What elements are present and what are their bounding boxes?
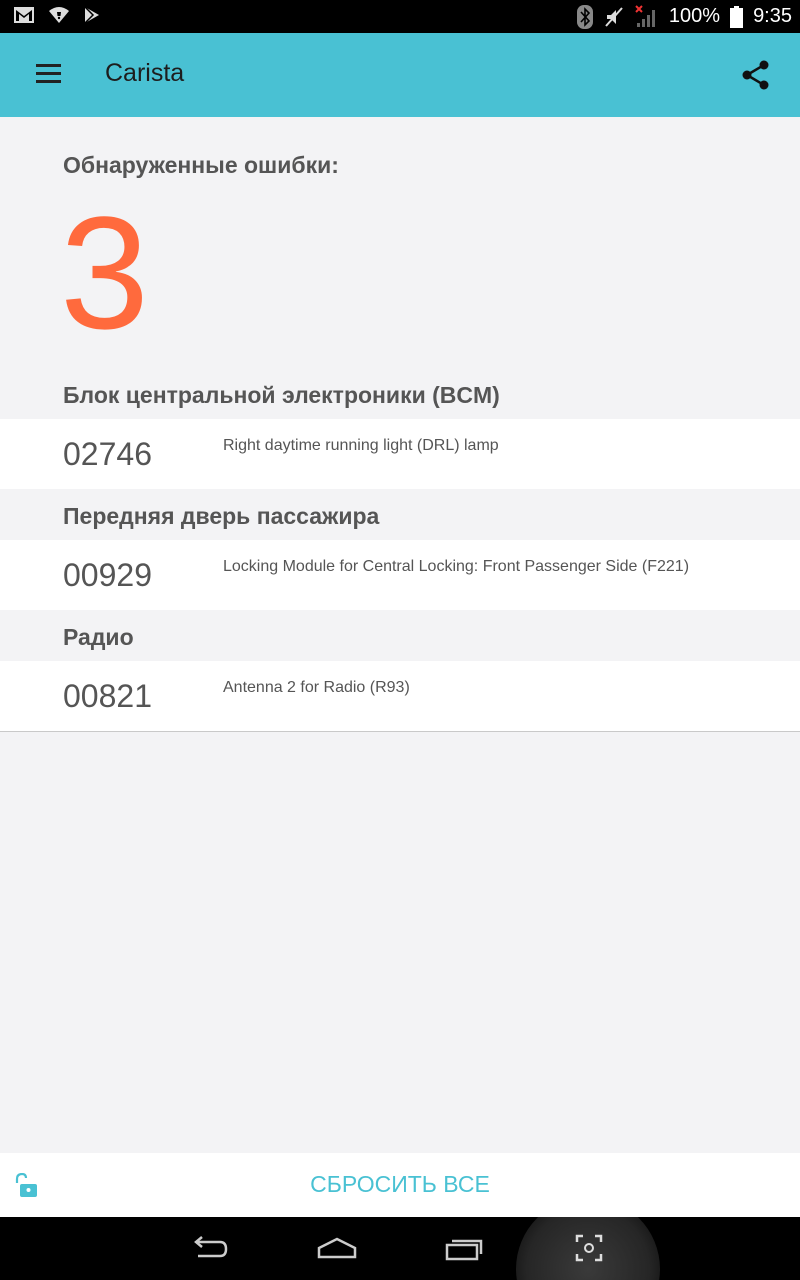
battery-icon: [730, 5, 744, 28]
error-code: 02746: [63, 436, 152, 472]
divider: [0, 731, 800, 732]
section-title-radio: Радио: [63, 624, 134, 650]
error-description: Antenna 2 for Radio (R93): [223, 679, 410, 696]
reset-all-button[interactable]: СБРОСИТЬ ВСЕ: [0, 1171, 800, 1198]
home-button[interactable]: [316, 1233, 358, 1268]
no-signal-icon: [635, 4, 659, 29]
error-description: Right daytime running light (DRL) lamp: [223, 437, 499, 454]
section-title-bcm: Блок центральной электроники (BCM): [63, 382, 500, 408]
error-row[interactable]: 02746 Right daytime running light (DRL) …: [0, 419, 800, 489]
error-count: 3: [60, 183, 149, 362]
navigation-bar: [0, 1217, 800, 1280]
error-description: Locking Module for Central Locking: Fron…: [223, 558, 690, 575]
recents-button[interactable]: [444, 1233, 484, 1268]
wifi-icon: [48, 6, 70, 24]
status-bar: 100% 9:35: [0, 0, 800, 33]
error-row[interactable]: 00929 Locking Module for Central Locking…: [0, 540, 800, 610]
screenshot-button[interactable]: [574, 1233, 604, 1268]
app-bar: Carista: [0, 33, 800, 117]
back-button[interactable]: [190, 1233, 230, 1268]
errors-heading: Обнаруженные ошибки:: [63, 152, 339, 178]
back-icon: [194, 1236, 228, 1258]
battery-percent: 100%: [668, 5, 721, 27]
share-icon: [742, 60, 769, 90]
menu-icon-line: [36, 72, 61, 75]
error-row[interactable]: 00821 Antenna 2 for Radio (R93): [0, 661, 800, 731]
bluetooth-icon: [576, 4, 593, 29]
play-store-icon: [84, 6, 100, 24]
recents-icon: [445, 1239, 483, 1261]
app-title: Carista: [105, 59, 185, 87]
menu-button[interactable]: [28, 55, 68, 95]
error-code: 00929: [63, 557, 152, 593]
mute-icon: [603, 6, 625, 28]
screenshot-icon: [575, 1234, 603, 1262]
error-code: 00821: [63, 678, 152, 714]
clock: 9:35: [753, 5, 792, 27]
bottom-action-bar: СБРОСИТЬ ВСЕ: [0, 1153, 800, 1217]
menu-icon-line: [36, 80, 61, 83]
section-title-passenger-door: Передняя дверь пассажира: [63, 503, 380, 529]
share-button[interactable]: [738, 57, 774, 93]
menu-icon: [36, 64, 61, 67]
home-icon: [317, 1237, 357, 1259]
gmail-icon: [14, 7, 34, 23]
